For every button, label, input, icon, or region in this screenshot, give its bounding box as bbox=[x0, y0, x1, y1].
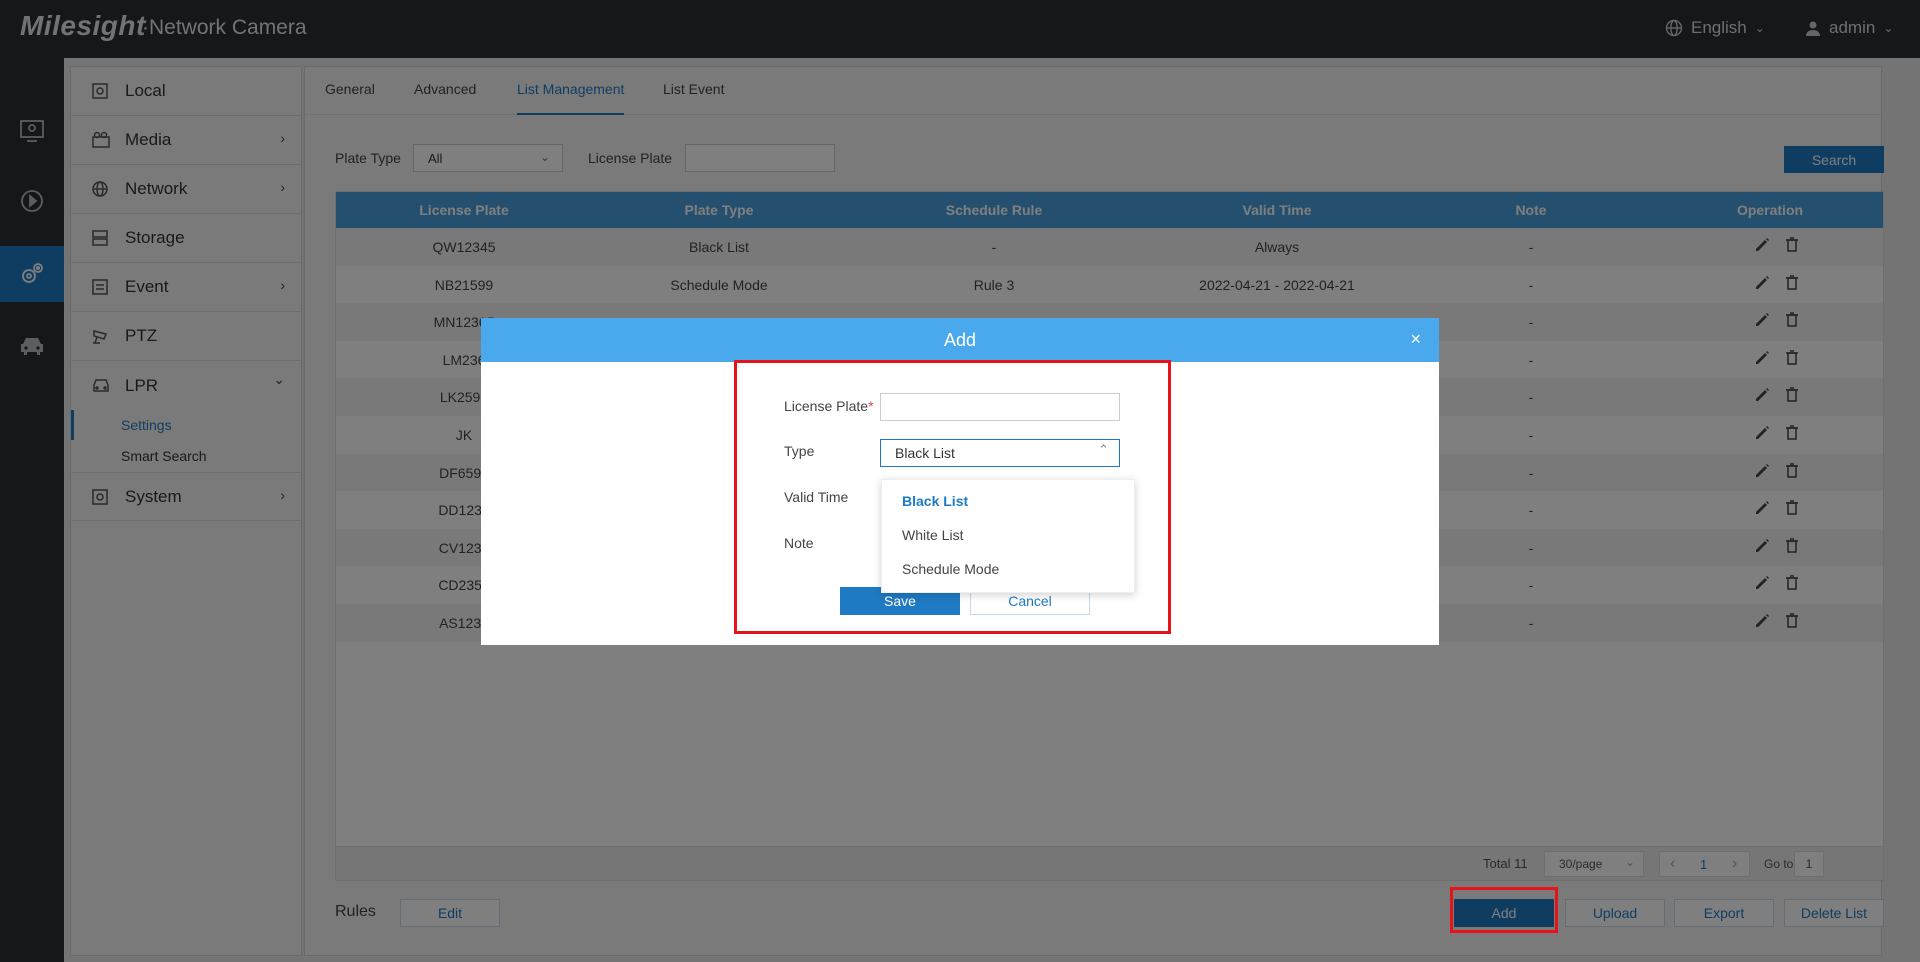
dialog-header: Add × bbox=[481, 318, 1439, 362]
add-dialog: Add × License Plate* Type Black List ⌃ V… bbox=[481, 318, 1439, 645]
highlight-form-area bbox=[734, 360, 1171, 634]
dialog-title: Add bbox=[943, 329, 977, 350]
highlight-add-button bbox=[1450, 887, 1558, 933]
close-icon[interactable]: × bbox=[1410, 329, 1421, 350]
